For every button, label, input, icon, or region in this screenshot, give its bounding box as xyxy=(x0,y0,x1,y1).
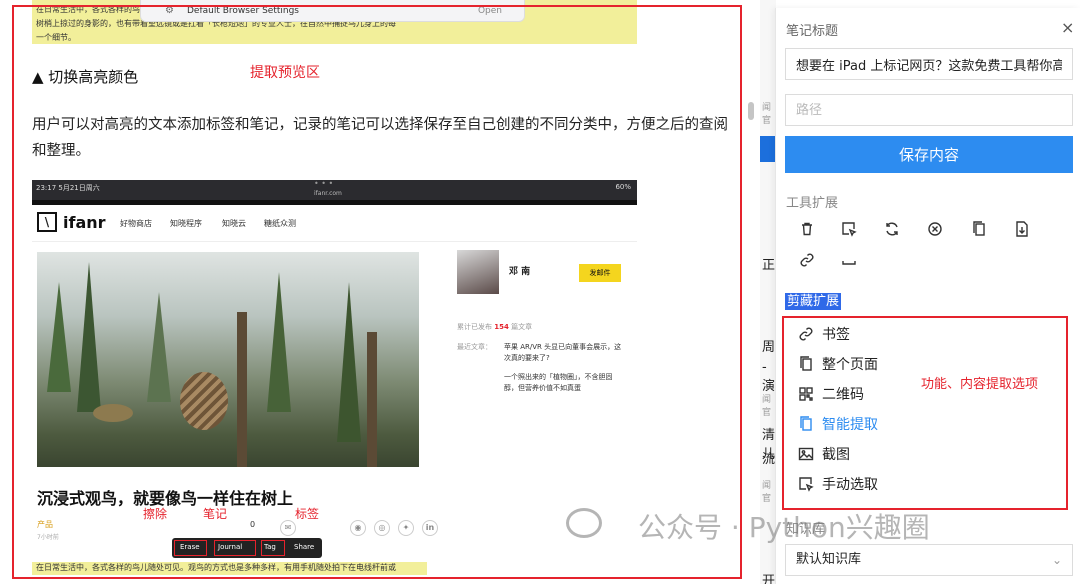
wechat-logo-icon xyxy=(566,508,602,538)
clip-section-label: 剪藏扩展 xyxy=(785,293,842,310)
select-area-icon[interactable] xyxy=(841,221,861,241)
strip-text: 周 xyxy=(762,340,776,355)
preview-scrollbar-thumb[interactable] xyxy=(748,102,754,120)
strip-text: 流 xyxy=(762,452,776,467)
preview-red-frame xyxy=(12,5,742,579)
strip-text: 正 xyxy=(762,258,776,273)
delete-icon[interactable] xyxy=(799,221,819,241)
clip-options-red-frame xyxy=(782,316,1068,510)
copy-icon[interactable] xyxy=(971,221,991,241)
close-icon[interactable]: × xyxy=(1061,18,1074,37)
strip-text: 闻官 xyxy=(762,481,772,504)
preview-scrollbar-track[interactable] xyxy=(746,0,758,584)
strip-text: 闻官 xyxy=(762,395,772,418)
export-file-icon[interactable] xyxy=(1014,221,1034,241)
path-input[interactable] xyxy=(785,94,1073,126)
tools-section-label: 工具扩展 xyxy=(786,196,839,211)
strip-text: -演 xyxy=(762,360,776,394)
strip-text: 闻官 xyxy=(762,103,772,126)
note-title-input[interactable] xyxy=(785,48,1073,80)
preview-area: 在日常生活中，各式各样的鸟儿 树梢上掠过的身影的，也有带着望远镜或是扛着「长枪短… xyxy=(0,0,760,584)
note-title-label: 笔记标题 xyxy=(786,24,839,39)
space-icon[interactable] xyxy=(841,252,861,272)
clipper-panel: 笔记标题 × 保存内容 工具扩展 剪藏扩展 书签 整个页面 二维码 智能提取 截… xyxy=(775,8,1080,584)
chevron-down-icon: ⌄ xyxy=(1051,553,1062,567)
refresh-icon[interactable] xyxy=(884,221,904,241)
clear-icon[interactable] xyxy=(927,221,947,241)
save-content-button[interactable]: 保存内容 xyxy=(785,136,1073,173)
link-icon[interactable] xyxy=(799,252,819,272)
watermark-text: 公众号 · Python兴趣圈 xyxy=(638,511,930,544)
strip-blue-bar xyxy=(760,136,776,162)
knowledge-base-value: 默认知识库 xyxy=(796,552,862,567)
background-page-strip: 闻官 正 周 -演 闻官 清儿 流 闻官 开 xyxy=(760,0,776,584)
strip-text: 开 xyxy=(762,574,776,584)
knowledge-base-select[interactable]: 默认知识库 ⌄ xyxy=(785,544,1073,576)
